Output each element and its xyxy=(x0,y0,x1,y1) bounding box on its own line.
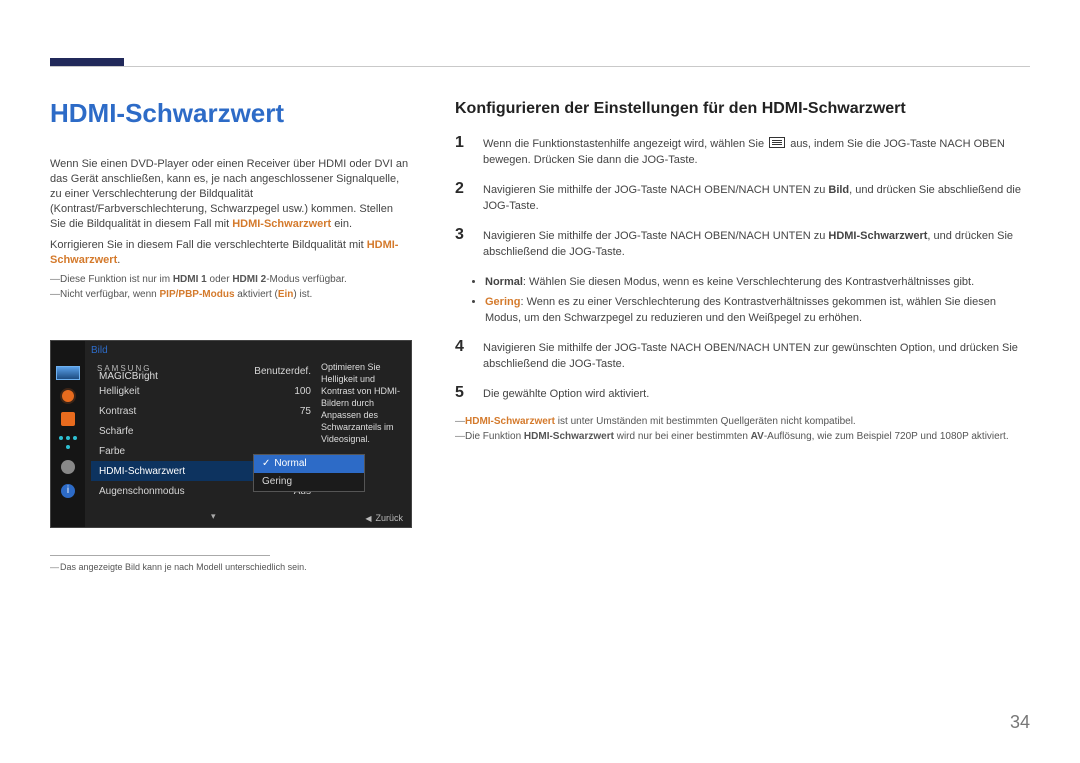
step-number: 3 xyxy=(455,228,469,260)
step-body: Navigieren Sie mithilfe der JOG-Taste NA… xyxy=(483,182,1030,214)
model-caption: Das angezeigte Bild kann je nach Modell … xyxy=(50,562,410,572)
brightness-icon xyxy=(62,390,74,402)
intro-highlight: HDMI-Schwarzwert xyxy=(232,218,331,230)
intro-paragraph: Wenn Sie einen DVD-Player oder einen Rec… xyxy=(50,157,410,232)
note-pip-pbp: Nicht verfügbar, wenn PIP/PBP-Modus akti… xyxy=(50,289,410,300)
osd-row-magicbright: Benutzerdef. xyxy=(91,361,319,381)
step-body: Navigieren Sie mithilfe der JOG-Taste NA… xyxy=(483,340,1030,372)
osd-row-brightness: Helligkeit100 xyxy=(91,381,319,401)
bullet-normal: Normal: Wählen Sie diesen Modus, wenn es… xyxy=(485,274,1030,290)
osd-description: Optimieren Sie Helligkeit und Kontrast v… xyxy=(321,361,407,445)
note-av-resolution: Die Funktion HDMI-Schwarzwert wird nur b… xyxy=(455,431,1030,442)
step-body: Die gewählte Option wird aktiviert. xyxy=(483,386,1030,402)
step-number: 1 xyxy=(455,136,469,168)
osd-menu-screenshot: i Bild SAMSUNG MAGICBright Benutzerdef. … xyxy=(50,340,412,528)
osd-row-sharpness: Schärfe xyxy=(91,421,319,441)
caption-block: Das angezeigte Bild kann je nach Modell … xyxy=(50,545,410,576)
step-3: 3 Navigieren Sie mithilfe der JOG-Taste … xyxy=(455,228,1030,260)
step-5: 5 Die gewählte Option wird aktiviert. xyxy=(455,386,1030,402)
header-rule xyxy=(50,66,1030,67)
osd-back-label: Zurück xyxy=(365,513,403,523)
monitor-icon xyxy=(56,366,80,380)
step-number: 2 xyxy=(455,182,469,214)
settings-icon xyxy=(61,460,75,474)
info-icon: i xyxy=(61,484,75,498)
option-bullets: Normal: Wählen Sie diesen Modus, wenn es… xyxy=(455,274,1030,326)
picture-icon xyxy=(61,412,75,426)
bullet-gering: Gering: Wenn es zu einer Verschlechterun… xyxy=(485,294,1030,326)
osd-side-icons: i xyxy=(51,341,85,527)
pip-icon xyxy=(59,436,77,450)
header-tab-marker xyxy=(50,58,124,66)
osd-option-gering: Gering xyxy=(254,473,364,491)
osd-section-title: Bild xyxy=(91,345,108,356)
osd-popup: Normal Gering xyxy=(253,454,365,492)
step-number: 5 xyxy=(455,386,469,402)
osd-option-normal: Normal xyxy=(254,455,364,473)
page-title: HDMI-Schwarzwert xyxy=(50,98,410,129)
note-compatibility: HDMI-Schwarzwert ist unter Umständen mit… xyxy=(455,416,1030,427)
note-hdmi-mode: Diese Funktion ist nur im HDMI 1 oder HD… xyxy=(50,274,410,285)
osd-row-contrast: Kontrast75 xyxy=(91,401,319,421)
intro2-tail: . xyxy=(117,254,120,266)
menu-icon xyxy=(769,137,785,148)
intro2-paragraph: Korrigieren Sie in diesem Fall die versc… xyxy=(50,238,410,268)
step-1: 1 Wenn die Funktionstastenhilfe angezeig… xyxy=(455,136,1030,168)
right-column: Konfigurieren der Einstellungen für den … xyxy=(455,100,1030,446)
caption-rule xyxy=(50,555,270,556)
left-column: HDMI-Schwarzwert Wenn Sie einen DVD-Play… xyxy=(50,98,410,304)
step-2: 2 Navigieren Sie mithilfe der JOG-Taste … xyxy=(455,182,1030,214)
intro-tail: ein. xyxy=(331,218,352,230)
step-body: Navigieren Sie mithilfe der JOG-Taste NA… xyxy=(483,228,1030,260)
intro2-text: Korrigieren Sie in diesem Fall die versc… xyxy=(50,239,367,251)
step-4: 4 Navigieren Sie mithilfe der JOG-Taste … xyxy=(455,340,1030,372)
step-number: 4 xyxy=(455,340,469,372)
page-number: 34 xyxy=(1010,712,1030,733)
section-heading: Konfigurieren der Einstellungen für den … xyxy=(455,100,1030,118)
scroll-down-icon: ▾ xyxy=(211,511,216,522)
intro-text: Wenn Sie einen DVD-Player oder einen Rec… xyxy=(50,158,408,230)
step-body: Wenn die Funktionstastenhilfe angezeigt … xyxy=(483,136,1030,168)
